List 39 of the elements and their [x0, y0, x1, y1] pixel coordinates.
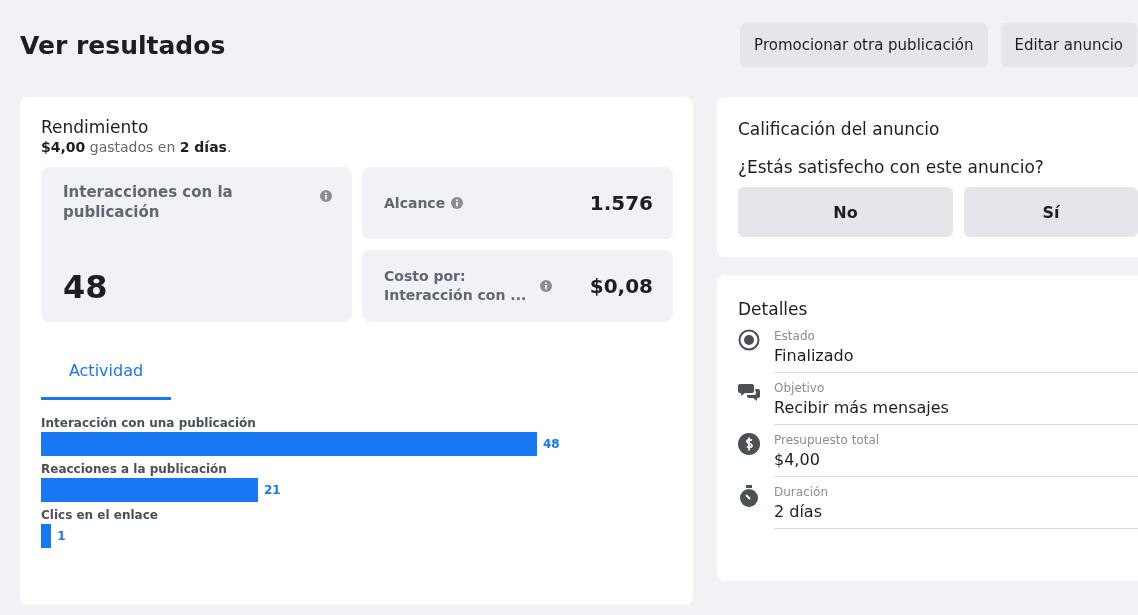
bar-value: 21 [264, 483, 281, 497]
stat-label: Interacciones con la publicación [63, 183, 234, 222]
detail-label: Objetivo [774, 381, 826, 395]
stopwatch-icon [738, 485, 760, 507]
bar-label: Clics en el enlace [41, 508, 159, 522]
spend-summary: $4,00 gastados en 2 días. [41, 139, 233, 155]
detail-label: Presupuesto total [774, 433, 881, 447]
rating-question: ¿Estás satisfecho con este anuncio? [738, 157, 1045, 177]
info-icon[interactable] [320, 190, 332, 202]
bar-label: Interacción con una publicación [41, 416, 257, 430]
info-icon[interactable] [451, 197, 464, 209]
stat-value: 1.576 [589, 191, 653, 215]
detail-value: 2 días [774, 502, 823, 521]
chat-bubbles-icon [738, 381, 760, 403]
card-title: Calificación del anuncio [738, 119, 941, 139]
bar-value: 1 [57, 529, 66, 543]
tab[interactable]: Actividad [41, 344, 171, 400]
bar-value: 48 [543, 437, 560, 451]
stat-value: $0,08 [589, 273, 653, 298]
rating-button[interactable]: Sí [964, 187, 1138, 237]
detail-value: Recibir más mensajes [774, 398, 950, 417]
detail-label: Duración [774, 485, 829, 499]
info-icon[interactable] [540, 279, 552, 292]
radio-icon [738, 329, 760, 351]
stat-label: Alcance [384, 193, 446, 213]
stat-label: Costo por: Interacción con ... [384, 267, 528, 304]
detail-label: Estado [774, 329, 816, 343]
card-title: Detalles [738, 299, 809, 319]
detail-value: $4,00 [774, 450, 821, 469]
header-button[interactable]: Editar anuncio [1000, 23, 1137, 67]
stat-value: 48 [63, 268, 109, 306]
bar-label: Reacciones a la publicación [41, 462, 228, 476]
detail-value: Finalizado [774, 346, 855, 365]
rating-button[interactable]: No [738, 187, 953, 237]
header-button[interactable]: Promocionar otra publicación [740, 23, 988, 67]
dollar-icon [738, 433, 760, 455]
card-title: Rendimiento [41, 117, 150, 137]
bar [41, 524, 52, 548]
page-title: Ver resultados [20, 30, 227, 60]
